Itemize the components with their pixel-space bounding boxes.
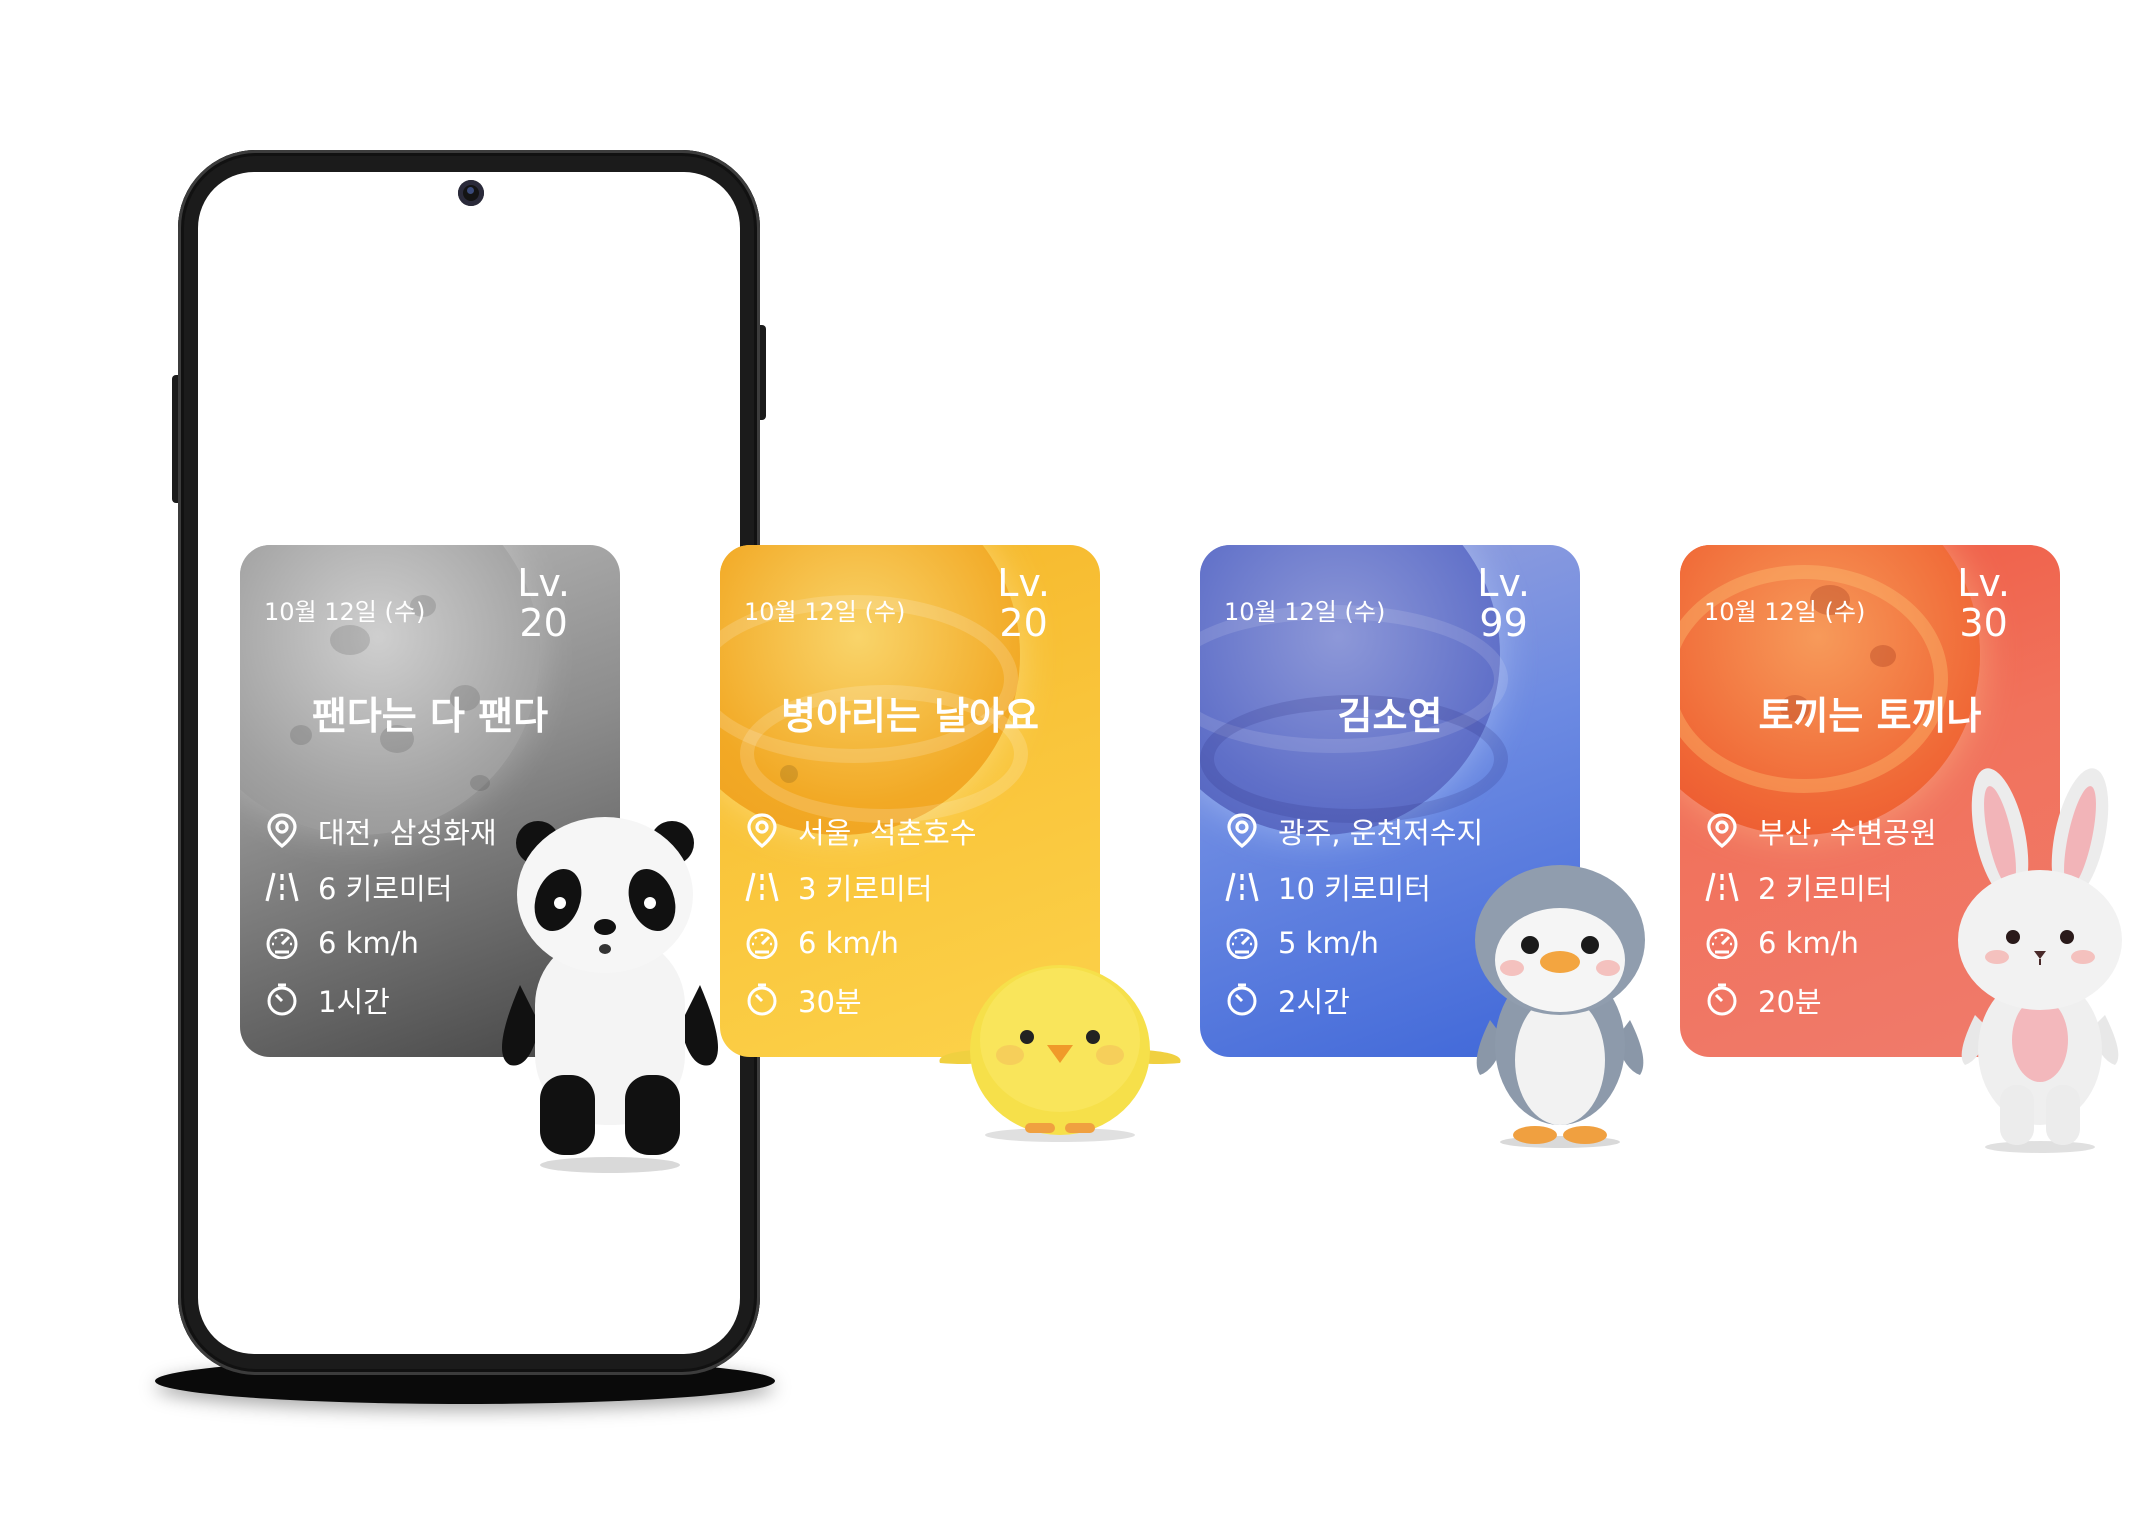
location-text: 부산, 수변공원 [1758, 816, 1937, 850]
stat-duration: 30분 [744, 980, 862, 1020]
location-text: 대전, 삼성화재 [318, 816, 497, 850]
level-badge: Lv. 20 [997, 563, 1050, 643]
card-title: 토끼는 토끼나 [1758, 694, 1982, 738]
location-pin-icon [744, 813, 780, 849]
rabbit-character-icon [1958, 768, 2122, 1153]
level-badge: Lv. 20 [517, 563, 570, 643]
stat-distance: 3 키로미터 [744, 867, 932, 907]
location-text: 서울, 석촌호수 [798, 816, 977, 850]
level-value: 99 [1479, 601, 1528, 645]
road-icon [1224, 869, 1260, 905]
stat-speed: 5 km/h [1224, 923, 1379, 963]
stat-speed: 6 km/h [1704, 923, 1859, 963]
card-date: 10월 12일 (수) [1224, 598, 1386, 626]
stat-duration: 2시간 [1224, 980, 1350, 1020]
level-label: Lv. [517, 561, 570, 605]
speed-text: 5 km/h [1278, 926, 1379, 960]
penguin-character-icon [1475, 865, 1645, 1148]
card-title: 팬다는 다 팬다 [311, 694, 549, 738]
timer-icon [744, 982, 780, 1018]
duration-text: 20분 [1758, 985, 1822, 1019]
panda-character-icon [502, 817, 718, 1173]
level-value: 20 [519, 601, 568, 645]
card-title: 김소연 [1337, 694, 1443, 738]
level-label: Lv. [1957, 561, 2010, 605]
level-label: Lv. [997, 561, 1050, 605]
front-camera-icon [458, 180, 484, 206]
location-text: 광주, 운천저수지 [1278, 816, 1484, 850]
level-label: Lv. [1477, 561, 1530, 605]
card-title: 병아리는 날아요 [781, 694, 1039, 738]
distance-text: 6 키로미터 [318, 872, 453, 906]
duration-text: 30분 [798, 985, 862, 1019]
location-pin-icon [264, 813, 300, 849]
card-date: 10월 12일 (수) [264, 598, 426, 626]
speedometer-icon [264, 925, 300, 961]
distance-text: 10 키로미터 [1278, 872, 1431, 906]
level-badge: Lv. 30 [1957, 563, 2010, 643]
location-pin-icon [1704, 813, 1740, 849]
speed-text: 6 km/h [1758, 926, 1859, 960]
speedometer-icon [744, 925, 780, 961]
stat-speed: 6 km/h [264, 923, 419, 963]
distance-text: 2 키로미터 [1758, 872, 1893, 906]
stat-location: 광주, 운천저수지 [1224, 811, 1483, 851]
stat-distance: 2 키로미터 [1704, 867, 1892, 907]
stat-location: 부산, 수변공원 [1704, 811, 1937, 851]
road-icon [264, 869, 300, 905]
stat-distance: 10 키로미터 [1224, 867, 1431, 907]
stat-location: 대전, 삼성화재 [264, 811, 497, 851]
timer-icon [1224, 982, 1260, 1018]
chick-character-icon [939, 965, 1181, 1142]
level-value: 20 [999, 601, 1048, 645]
speed-text: 6 km/h [798, 926, 899, 960]
level-badge: Lv. 99 [1477, 563, 1530, 643]
duration-text: 1시간 [318, 985, 390, 1019]
speedometer-icon [1704, 925, 1740, 961]
level-value: 30 [1959, 601, 2008, 645]
stat-distance: 6 키로미터 [264, 867, 452, 907]
location-pin-icon [1224, 813, 1260, 849]
stat-duration: 1시간 [264, 980, 390, 1020]
stat-location: 서울, 석촌호수 [744, 811, 977, 851]
stat-duration: 20분 [1704, 980, 1822, 1020]
timer-icon [264, 982, 300, 1018]
distance-text: 3 키로미터 [798, 872, 933, 906]
timer-icon [1704, 982, 1740, 1018]
road-icon [1704, 869, 1740, 905]
card-date: 10월 12일 (수) [1704, 598, 1866, 626]
stat-speed: 6 km/h [744, 923, 899, 963]
card-date: 10월 12일 (수) [744, 598, 906, 626]
duration-text: 2시간 [1278, 985, 1350, 1019]
speed-text: 6 km/h [318, 926, 419, 960]
road-icon [744, 869, 780, 905]
speedometer-icon [1224, 925, 1260, 961]
